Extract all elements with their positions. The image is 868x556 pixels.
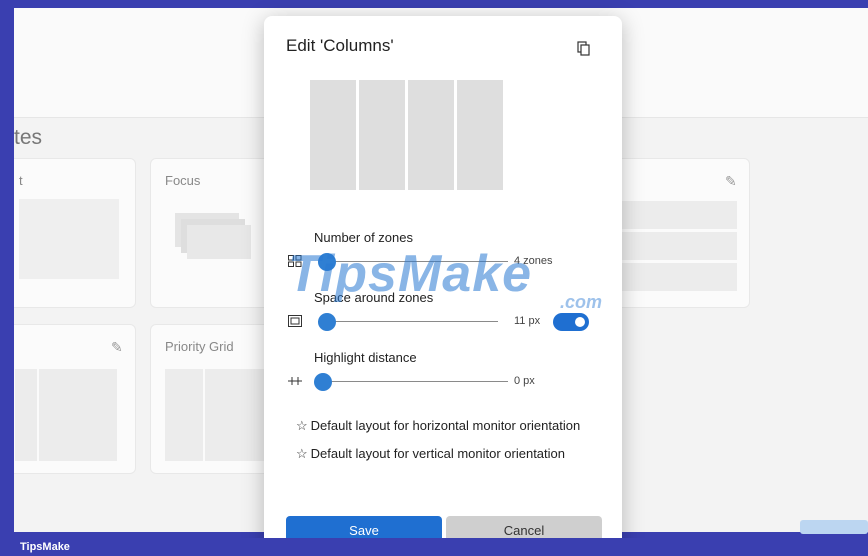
highlight-slider-row: 0 px bbox=[288, 372, 608, 392]
row-zone bbox=[621, 201, 737, 229]
edit-pencil-icon[interactable]: ✎ bbox=[111, 339, 125, 355]
layout-card-priority-grid[interactable]: Priority Grid bbox=[150, 324, 278, 474]
space-value: 11 px bbox=[514, 315, 541, 327]
edit-pencil-icon[interactable]: ✎ bbox=[725, 173, 739, 189]
highlight-track[interactable] bbox=[318, 381, 508, 382]
star-icon[interactable]: ☆ bbox=[296, 418, 308, 433]
space-thumb[interactable] bbox=[318, 313, 336, 331]
space-icon bbox=[288, 315, 302, 327]
star-icon[interactable]: ☆ bbox=[296, 446, 308, 461]
row-zone bbox=[621, 232, 737, 260]
layout-preview bbox=[310, 80, 503, 190]
layout-card-title: t bbox=[19, 173, 23, 188]
row-zone bbox=[621, 263, 737, 291]
toggle-knob bbox=[575, 317, 585, 327]
focus-zone bbox=[187, 225, 251, 259]
layout-card-1[interactable]: t bbox=[14, 158, 136, 308]
preview-zone bbox=[359, 80, 405, 190]
space-track[interactable] bbox=[318, 321, 498, 322]
highlight-label: Highlight distance bbox=[314, 350, 417, 365]
layout-card-2[interactable]: ✎ bbox=[14, 324, 136, 474]
grid-zone bbox=[205, 369, 265, 461]
highlight-value: 0 px bbox=[514, 375, 535, 387]
space-slider-row: 11 px bbox=[288, 312, 608, 332]
grid-zone bbox=[15, 369, 37, 461]
default-horizontal[interactable]: ☆ Default layout for horizontal monitor o… bbox=[296, 418, 580, 434]
default-vertical[interactable]: ☆ Default layout for vertical monitor ori… bbox=[296, 446, 565, 462]
distance-icon bbox=[288, 377, 302, 385]
footer-bar: TipsMake bbox=[0, 538, 868, 556]
grid-zone bbox=[39, 369, 117, 461]
highlight-thumb[interactable] bbox=[314, 373, 332, 391]
space-toggle[interactable] bbox=[553, 313, 589, 331]
layout-card-title: Focus bbox=[165, 173, 201, 188]
layout-card-focus[interactable]: Focus bbox=[150, 158, 278, 308]
layout-preview bbox=[19, 199, 119, 279]
preview-zone bbox=[457, 80, 503, 190]
grid-zone bbox=[165, 369, 203, 461]
default-horizontal-label: Default layout for horizontal monitor or… bbox=[310, 418, 581, 433]
dialog-title: Edit 'Columns' bbox=[286, 36, 394, 55]
watermark: TipsMake bbox=[288, 245, 533, 303]
zones-label: Number of zones bbox=[314, 230, 413, 245]
layout-card-title: Priority Grid bbox=[165, 339, 234, 354]
footer-brand: TipsMake bbox=[20, 541, 70, 553]
preview-zone bbox=[310, 80, 356, 190]
preview-zone bbox=[408, 80, 454, 190]
copy-icon[interactable] bbox=[576, 40, 592, 56]
background-button[interactable] bbox=[800, 520, 868, 534]
layout-card-rows[interactable]: ✎ bbox=[608, 158, 750, 308]
default-vertical-label: Default layout for vertical monitor orie… bbox=[310, 446, 566, 461]
section-heading: tes bbox=[14, 126, 43, 149]
watermark-suffix: .com bbox=[560, 292, 603, 312]
